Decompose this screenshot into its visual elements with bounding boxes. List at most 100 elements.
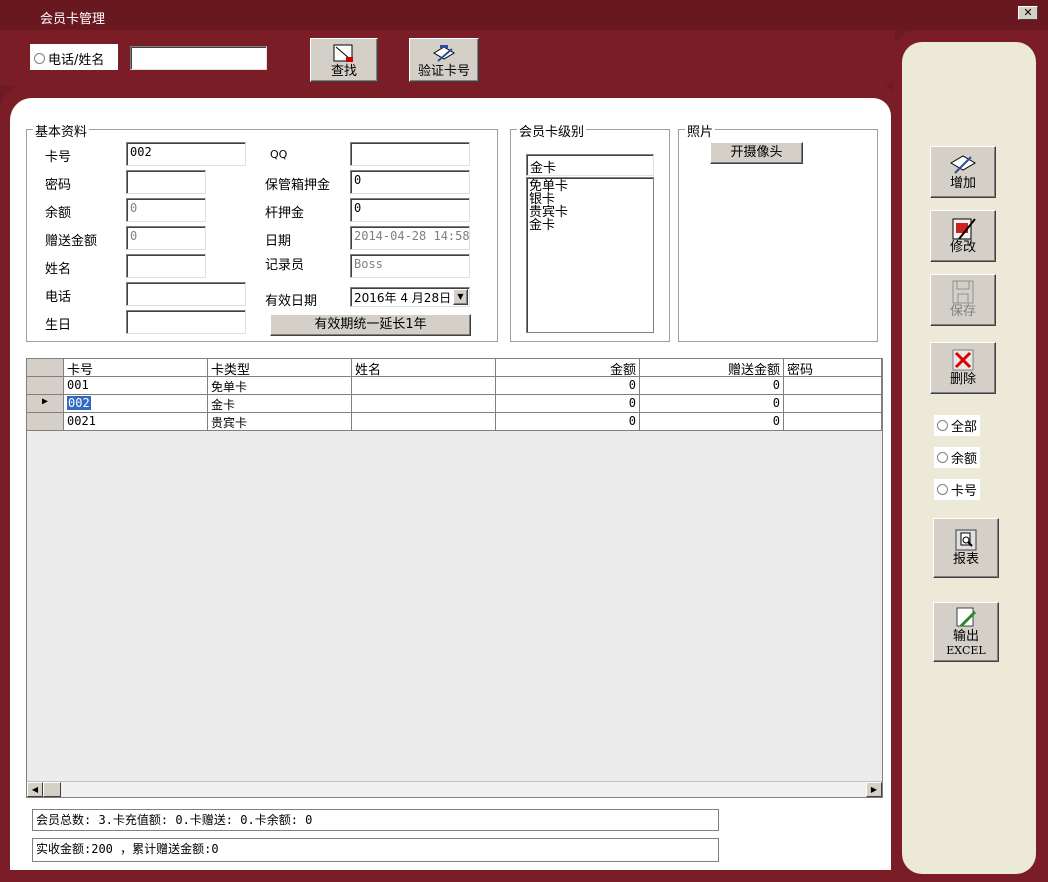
col-header-gift[interactable]: 赠送金额 [640, 359, 784, 377]
card-level-option[interactable]: 金卡 [529, 219, 651, 232]
qq-label: QQ [270, 148, 288, 161]
filter-all-radio[interactable]: 全部 [934, 415, 981, 436]
table-row[interactable]: 001 免单卡 0 0 [27, 377, 882, 395]
find-icon [333, 44, 353, 62]
date-label: 日期 [265, 234, 292, 249]
card-level-title: 会员卡级别 [517, 121, 587, 140]
verify-card-label: 验证卡号 [417, 64, 470, 79]
cell-password[interactable] [784, 395, 882, 413]
delete-label: 删除 [949, 372, 976, 387]
search-mode-radio[interactable]: 电话/姓名 [30, 44, 118, 70]
cell-amount[interactable]: 0 [496, 377, 640, 395]
club-deposit-label: 杆押金 [265, 206, 305, 221]
valid-date-label: 有效日期 [265, 294, 318, 309]
open-camera-button[interactable]: 开摄像头 [710, 142, 803, 164]
add-button[interactable]: 增加 [930, 146, 996, 198]
photo-title: 照片 [685, 121, 716, 140]
filter-card-no-label: 卡号 [951, 484, 978, 499]
cell-card-no[interactable]: 002 [64, 395, 208, 413]
col-header-card-no[interactable]: 卡号 [64, 359, 208, 377]
radio-circle-icon [937, 452, 948, 463]
cell-name[interactable] [352, 413, 496, 431]
cell-gift[interactable]: 0 [640, 377, 784, 395]
card-level-list[interactable]: 免单卡 银卡 贵宾卡 金卡 [526, 177, 654, 333]
cell-card-type[interactable]: 免单卡 [208, 377, 352, 395]
cell-password[interactable] [784, 413, 882, 431]
horizontal-scrollbar[interactable]: ◀ ▶ [27, 781, 882, 797]
edit-button[interactable]: 修改 [930, 210, 996, 262]
gift-amount-field[interactable]: 0 [126, 226, 206, 250]
export-excel-button[interactable]: 输出 EXCEL [933, 602, 999, 662]
cell-card-no[interactable]: 0021 [64, 413, 208, 431]
card-pen-icon [433, 45, 455, 62]
window-title: 会员卡管理 [40, 12, 106, 27]
selected-card-no: 002 [67, 396, 91, 410]
cell-card-type[interactable]: 金卡 [208, 395, 352, 413]
report-label: 报表 [952, 552, 979, 567]
cell-password[interactable] [784, 377, 882, 395]
col-header-name[interactable]: 姓名 [352, 359, 496, 377]
table-row[interactable]: ▶ 002 金卡 0 0 [27, 395, 882, 413]
card-level-selected[interactable]: 金卡 [526, 154, 654, 176]
phone-field[interactable] [126, 282, 246, 306]
scroll-thumb[interactable] [43, 782, 61, 797]
valid-date-picker[interactable]: 2016年 4 月28日 [350, 287, 470, 307]
verify-card-button[interactable]: 验证卡号 [409, 38, 479, 82]
scroll-right-icon[interactable]: ▶ [866, 782, 882, 797]
save-button[interactable]: 保存 [930, 274, 996, 326]
cell-gift[interactable]: 0 [640, 413, 784, 431]
phone-label: 电话 [45, 290, 72, 305]
card-no-field[interactable]: 002 [126, 142, 246, 166]
report-button[interactable]: 报表 [933, 518, 999, 578]
birthday-label: 生日 [45, 318, 72, 333]
export-label-line2: EXCEL [946, 644, 986, 657]
cell-card-no[interactable]: 001 [64, 377, 208, 395]
extend-validity-button[interactable]: 有效期统一延长1年 [270, 314, 471, 336]
cell-name[interactable] [352, 395, 496, 413]
find-button[interactable]: 查找 [310, 38, 378, 82]
scroll-left-icon[interactable]: ◀ [27, 782, 43, 797]
date-field[interactable]: 2014-04-28 14:58 [350, 226, 470, 250]
add-label: 增加 [949, 176, 976, 191]
name-field[interactable] [126, 254, 206, 278]
title-bar: 会员卡管理 ✕ [0, 0, 1048, 30]
col-header-card-type[interactable]: 卡类型 [208, 359, 352, 377]
search-input[interactable] [130, 46, 267, 70]
delete-button[interactable]: 删除 [930, 342, 996, 394]
date-dropdown-icon[interactable]: ▼ [453, 289, 468, 305]
balance-field[interactable]: 0 [126, 198, 206, 222]
qq-field[interactable] [350, 142, 470, 166]
radio-circle-icon [937, 484, 948, 495]
radio-circle-icon [937, 420, 948, 431]
balance-label: 余额 [45, 206, 72, 221]
export-label-line1: 输出 [952, 629, 979, 644]
row-indicator[interactable] [27, 413, 64, 431]
status-amount-line: 实收金额:200 ，累计赠送金额:0 [32, 838, 719, 862]
filter-card-no-radio[interactable]: 卡号 [934, 479, 981, 500]
cell-name[interactable] [352, 377, 496, 395]
filter-all-label: 全部 [951, 420, 978, 435]
filter-balance-radio[interactable]: 余额 [934, 447, 981, 468]
recorder-field[interactable]: Boss [350, 254, 470, 278]
close-button[interactable]: ✕ [1018, 6, 1038, 20]
password-label: 密码 [45, 178, 72, 193]
cell-amount[interactable]: 0 [496, 395, 640, 413]
cell-amount[interactable]: 0 [496, 413, 640, 431]
table-row[interactable]: 0021 贵宾卡 0 0 [27, 413, 882, 431]
birthday-field[interactable] [126, 310, 246, 334]
add-card-icon [950, 155, 976, 174]
delete-x-icon [952, 349, 974, 371]
current-row-arrow-icon: ▶ [27, 395, 64, 413]
row-indicator[interactable] [27, 377, 64, 395]
col-header-password[interactable]: 密码 [784, 359, 882, 377]
cell-card-type[interactable]: 贵宾卡 [208, 413, 352, 431]
member-grid[interactable]: 卡号 卡类型 姓名 金额 赠送金额 密码 001 免单卡 0 0 ▶ 002 金… [26, 358, 883, 798]
cell-gift[interactable]: 0 [640, 395, 784, 413]
password-field[interactable] [126, 170, 206, 194]
status-summary-line: 会员总数: 3.卡充值额: 0.卡赠送: 0.卡余额: 0 [32, 809, 719, 831]
recorder-label: 记录员 [265, 258, 305, 273]
col-header-amount[interactable]: 金额 [496, 359, 640, 377]
radio-circle-icon [34, 53, 45, 64]
club-deposit-field[interactable]: 0 [350, 198, 470, 222]
locker-deposit-field[interactable]: 0 [350, 170, 470, 194]
